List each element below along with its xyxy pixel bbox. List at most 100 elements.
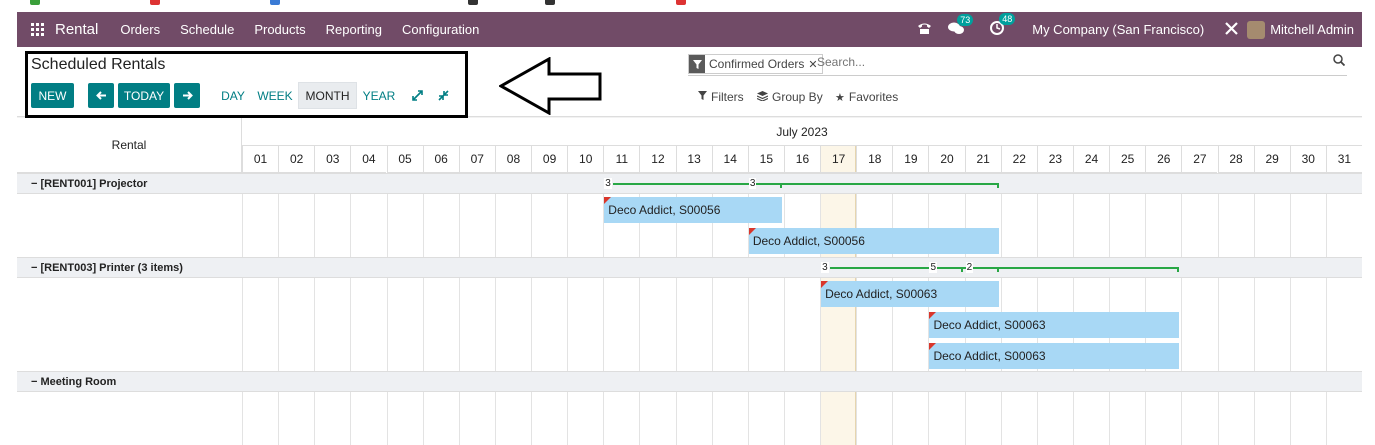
status-marker (604, 197, 612, 204)
activities-badge: 48 (999, 13, 1016, 25)
user-menu[interactable]: Mitchell Admin (1247, 20, 1354, 39)
grid-line (1072, 173, 1074, 445)
rental-pill[interactable]: Deco Addict, S00063 (929, 343, 1180, 369)
day-header: 13 (675, 146, 712, 173)
grid-line (1145, 173, 1147, 445)
day-header: 24 (1072, 146, 1110, 173)
scale-week[interactable]: WEEK (256, 83, 294, 108)
menu-products[interactable]: Products (254, 22, 305, 37)
filter-icon (689, 55, 705, 73)
gantt-month-header: July 2023 (242, 118, 1362, 146)
app-brand[interactable]: Rental (55, 21, 98, 38)
search-icon[interactable] (1333, 54, 1346, 69)
top-navbar: Rental Orders Schedule Products Reportin… (17, 12, 1362, 47)
grid-line (1036, 173, 1038, 445)
debug-tools-icon[interactable] (1224, 21, 1239, 39)
day-header: 12 (639, 146, 676, 173)
pill-label: Deco Addict, S00056 (608, 203, 721, 217)
scale-month[interactable]: MONTH (298, 82, 357, 109)
star-icon: ★ (835, 91, 845, 104)
groupby-button[interactable]: Group By (756, 90, 823, 104)
menu-configuration[interactable]: Configuration (402, 22, 479, 37)
chat-icon[interactable]: 73 (948, 13, 974, 38)
scale-year[interactable]: YEAR (360, 83, 398, 108)
avatar (1247, 20, 1266, 39)
collapse-icon[interactable] (433, 83, 453, 108)
grid-line (1253, 173, 1255, 445)
grid-line (422, 173, 424, 445)
count-line (613, 183, 782, 188)
grid-line (1181, 173, 1183, 445)
filters-label: Filters (711, 90, 744, 104)
count-line (757, 183, 999, 188)
tab-favicon (468, 0, 478, 5)
day-header: 22 (1000, 146, 1037, 173)
pill-label: Deco Addict, S00063 (933, 318, 1046, 332)
grid-line (1325, 173, 1327, 445)
day-header: 18 (856, 146, 893, 173)
day-header: 08 (494, 146, 531, 173)
day-header: 11 (603, 146, 640, 173)
grid-line (531, 173, 533, 445)
today-button[interactable]: TODAY (118, 83, 170, 108)
tab-favicon (150, 0, 160, 5)
grid-line (928, 173, 930, 445)
menu-schedule[interactable]: Schedule (180, 22, 234, 37)
page-title: Scheduled Rentals (31, 56, 166, 73)
count-label: 3 (748, 178, 757, 189)
count-label: 5 (929, 262, 938, 273)
gantt-view: Rental July 2023 01 02 03 04 05 06 07 08 09 10 11 1… (17, 118, 1362, 445)
count-line (974, 267, 1180, 272)
rental-pill[interactable]: Deco Addict, S00056 (748, 228, 999, 254)
favorites-button[interactable]: ★ Favorites (835, 90, 898, 104)
search-input[interactable] (817, 55, 1297, 69)
menu-reporting[interactable]: Reporting (326, 22, 382, 37)
group-title[interactable]: − [RENT001] Projector (31, 178, 147, 190)
pill-label: Deco Addict, S00063 (825, 287, 938, 301)
day-header: 27 (1181, 146, 1218, 173)
new-button[interactable]: NEW (31, 83, 74, 108)
rental-pill[interactable]: Deco Addict, S00056 (604, 197, 782, 223)
prev-button[interactable] (88, 83, 114, 108)
day-header: 16 (783, 146, 821, 173)
group-title[interactable]: − Meeting Room (31, 376, 116, 388)
grid-line (278, 173, 280, 445)
day-header: 30 (1289, 146, 1326, 173)
filters-button[interactable]: Filters (698, 90, 744, 104)
day-header: 25 (1109, 146, 1146, 173)
tab-favicon (676, 0, 686, 5)
rental-pill[interactable]: Deco Addict, S00063 (821, 281, 999, 307)
search-facet[interactable]: Confirmed Orders ✕ (688, 54, 823, 74)
groupby-label: Group By (772, 90, 823, 104)
expand-icon[interactable] (407, 83, 427, 108)
day-header: 29 (1253, 146, 1290, 173)
odoo-app: Rental Orders Schedule Products Reportin… (17, 12, 1362, 445)
arrow-left-icon (95, 91, 106, 100)
group-row[interactable]: − Meeting Room (17, 371, 1362, 392)
group-title[interactable]: − [RENT003] Printer (3 items) (31, 262, 183, 274)
grid-line (350, 173, 352, 445)
grid-line (567, 173, 569, 445)
grid-line (820, 173, 822, 445)
grid-line (1217, 173, 1219, 445)
day-header: 03 (314, 146, 351, 173)
user-name: Mitchell Admin (1270, 22, 1354, 37)
next-button[interactable] (174, 83, 200, 108)
day-header: 02 (278, 146, 315, 173)
control-panel: Scheduled Rentals NEW TODAY DAY WEEK MON… (17, 47, 1362, 118)
tab-favicon (30, 0, 40, 5)
browser-tab-strip (0, 0, 1375, 12)
menu-orders[interactable]: Orders (120, 22, 160, 37)
company-switcher[interactable]: My Company (San Francisco) (1032, 22, 1204, 37)
status-marker (821, 281, 829, 288)
phone-icon[interactable] (917, 21, 932, 38)
tab-favicon (545, 0, 555, 5)
rental-pill[interactable]: Deco Addict, S00063 (929, 312, 1180, 338)
search-bar: Confirmed Orders ✕ (688, 53, 1347, 76)
day-header: 15 (747, 146, 784, 173)
layers-icon (756, 90, 769, 104)
clock-icon[interactable]: 48 (990, 13, 1016, 38)
scale-day[interactable]: DAY (216, 83, 250, 108)
apps-grid-icon[interactable] (23, 12, 51, 47)
pill-label: Deco Addict, S00063 (933, 349, 1046, 363)
